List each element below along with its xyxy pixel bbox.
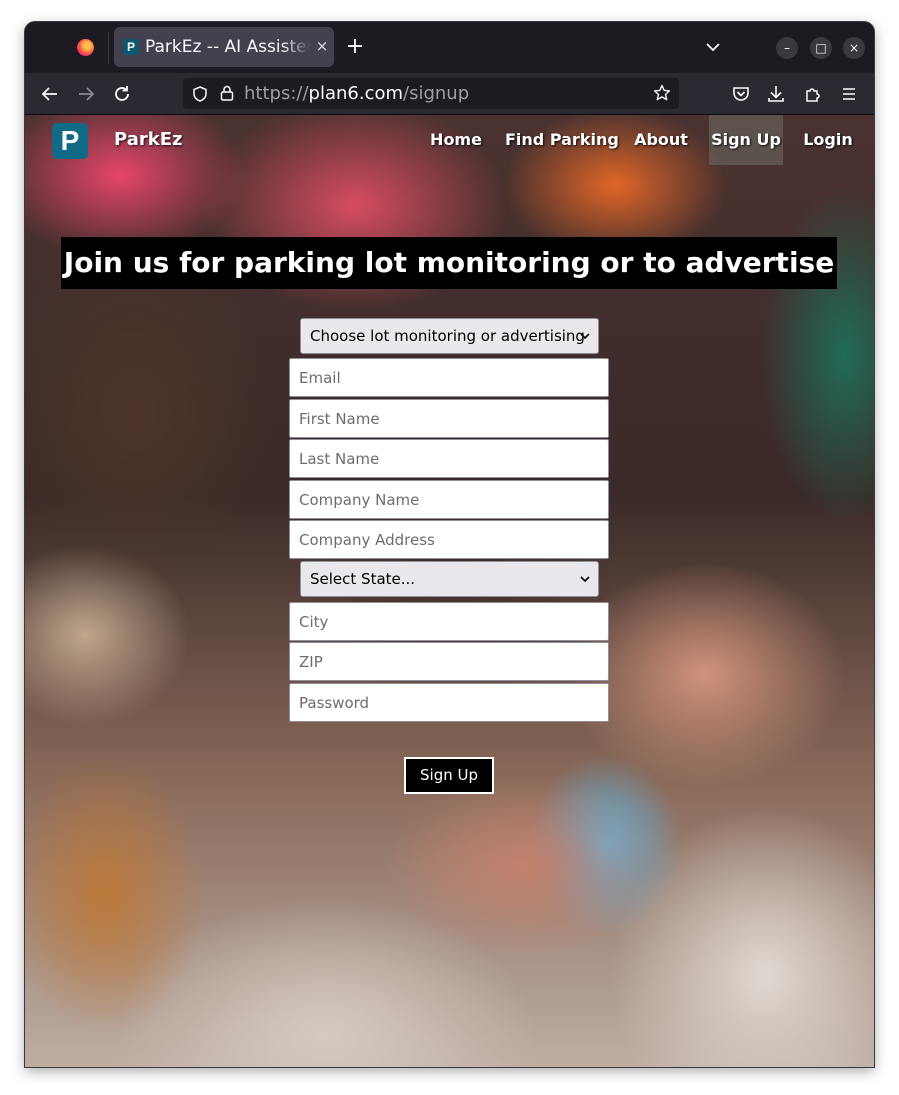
nav-link-home[interactable]: Home xyxy=(424,115,488,165)
first-name-input[interactable] xyxy=(290,400,608,437)
state-selected: Select State... xyxy=(310,570,416,588)
parkez-logo[interactable]: P xyxy=(52,123,88,159)
lock-icon[interactable] xyxy=(219,84,235,102)
company-name-field[interactable] xyxy=(289,480,609,519)
nav-link-about[interactable]: About xyxy=(629,115,693,165)
menu-icon[interactable] xyxy=(838,83,860,105)
last-name-field[interactable] xyxy=(289,439,609,478)
url-text[interactable]: https://plan6.com/signup xyxy=(244,83,469,105)
url-path: /signup xyxy=(403,83,470,104)
nav-link-login[interactable]: Login xyxy=(799,115,857,165)
pocket-icon[interactable] xyxy=(730,83,752,105)
tab-strip: P ParkEz -- AI Assistec × + – □ × xyxy=(25,22,874,73)
last-name-input[interactable] xyxy=(290,440,608,477)
browser-window: P ParkEz -- AI Assistec × + – □ × https:… xyxy=(25,22,874,1067)
email-input[interactable] xyxy=(290,359,608,396)
maximize-button[interactable]: □ xyxy=(810,37,832,59)
city-field[interactable] xyxy=(289,602,609,641)
bookmark-star-icon[interactable] xyxy=(653,84,671,102)
city-input[interactable] xyxy=(290,603,608,640)
url-host: plan6.com xyxy=(308,83,404,104)
url-bar[interactable]: https://plan6.com/signup xyxy=(183,78,679,109)
nav-link-sign-up[interactable]: Sign Up xyxy=(709,115,783,165)
sign-up-button[interactable]: Sign Up xyxy=(404,757,494,794)
zip-field[interactable] xyxy=(289,642,609,681)
password-input[interactable] xyxy=(290,684,608,721)
tab-separator xyxy=(108,32,109,64)
tab-favicon-icon: P xyxy=(123,39,139,55)
chevron-down-icon xyxy=(580,333,590,340)
firefox-icon xyxy=(77,39,94,56)
chevron-down-icon xyxy=(580,576,590,583)
site-navbar: P ParkEz Home Find Parking About Sign Up… xyxy=(25,115,874,167)
site-brand[interactable]: ParkEz xyxy=(114,128,182,152)
page-viewport: P ParkEz Home Find Parking About Sign Up… xyxy=(25,115,874,1067)
forward-icon[interactable] xyxy=(75,83,97,105)
shield-icon[interactable] xyxy=(191,85,209,103)
close-window-button[interactable]: × xyxy=(843,37,865,59)
browser-tab[interactable]: P ParkEz -- AI Assistec × xyxy=(114,27,334,67)
navigation-toolbar: https://plan6.com/signup xyxy=(25,73,874,115)
minimize-button[interactable]: – xyxy=(776,37,798,59)
downloads-icon[interactable] xyxy=(765,83,787,105)
extensions-icon[interactable] xyxy=(802,83,824,105)
state-select[interactable]: Select State... xyxy=(300,561,599,597)
zip-input[interactable] xyxy=(290,643,608,680)
tab-title: ParkEz -- AI Assistec xyxy=(145,37,311,57)
email-field[interactable] xyxy=(289,358,609,397)
company-address-input[interactable] xyxy=(290,521,608,558)
back-icon[interactable] xyxy=(39,83,61,105)
nav-link-find-parking[interactable]: Find Parking xyxy=(505,115,619,165)
company-name-input[interactable] xyxy=(290,481,608,518)
page-title: Join us for parking lot monitoring or to… xyxy=(61,237,837,289)
url-scheme: https:// xyxy=(244,83,309,104)
account-type-select[interactable]: Choose lot monitoring or advertising xyxy=(300,318,599,354)
tab-close-icon[interactable]: × xyxy=(313,36,331,56)
account-type-selected: Choose lot monitoring or advertising xyxy=(310,327,585,345)
tab-list-icon[interactable] xyxy=(703,36,723,58)
reload-icon[interactable] xyxy=(111,83,133,105)
first-name-field[interactable] xyxy=(289,399,609,438)
company-address-field[interactable] xyxy=(289,520,609,559)
password-field[interactable] xyxy=(289,683,609,722)
new-tab-button[interactable]: + xyxy=(345,35,365,59)
